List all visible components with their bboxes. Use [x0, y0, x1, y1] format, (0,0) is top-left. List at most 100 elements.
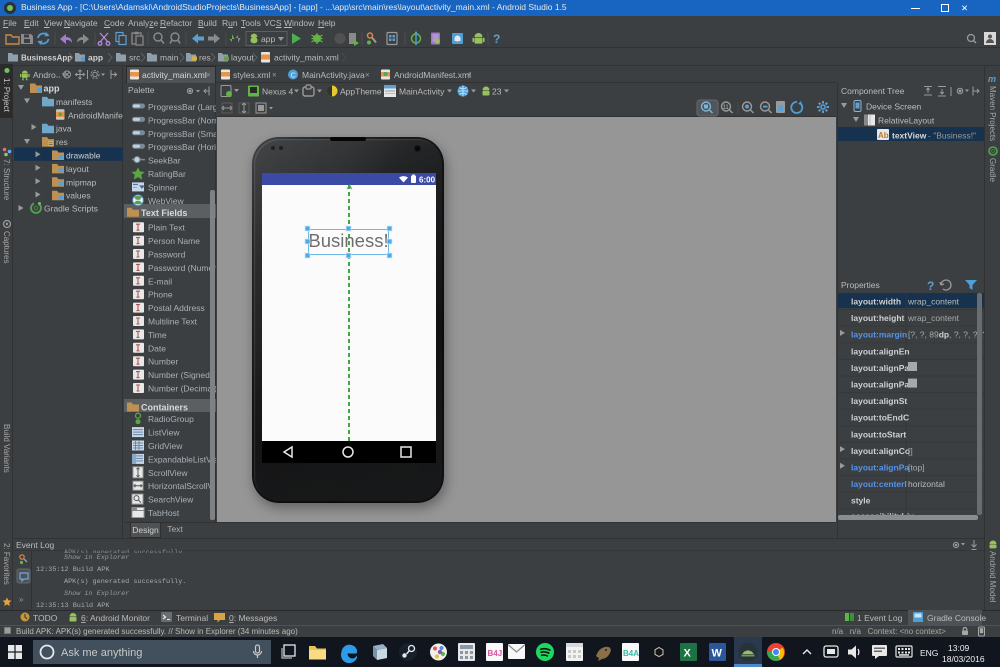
svg-text:TabHost: TabHost	[148, 508, 180, 518]
svg-text:ListView: ListView	[148, 428, 180, 438]
svg-text:Postal Address: Postal Address	[148, 303, 205, 313]
svg-text:X: X	[684, 648, 692, 660]
svg-text:×: ×	[365, 71, 370, 80]
svg-text:activity_main.xml: activity_main.xml	[274, 53, 339, 63]
svg-text:6: Android Monitor: 6: Android Monitor	[81, 613, 150, 623]
svg-text:Number: Number	[148, 357, 178, 367]
svg-text:ENG: ENG	[920, 648, 938, 658]
svg-text:Date: Date	[148, 343, 166, 353]
svg-text:app: app	[44, 84, 61, 94]
svg-text:Andro: Andro	[33, 70, 56, 80]
svg-text:activity_main.xml: activity_main.xml	[142, 70, 207, 80]
svg-text:×: ×	[206, 71, 211, 80]
svg-text:style: style	[851, 496, 871, 506]
svg-text:styles.xml: styles.xml	[233, 70, 270, 80]
svg-text:Plain Text: Plain Text	[148, 223, 185, 233]
svg-text:layout:alignEn: layout:alignEn	[851, 346, 910, 356]
svg-text:layout:alignPa: layout:alignPa	[851, 463, 909, 473]
svg-text:[]: []	[908, 446, 913, 456]
svg-text:Number (Decimal): Number (Decimal)	[148, 384, 216, 394]
svg-text:Password (Numer: Password (Numer	[148, 263, 216, 273]
svg-text:manifests: manifests	[56, 97, 92, 107]
svg-text:?: ?	[493, 32, 500, 46]
svg-text:layout:toStart: layout:toStart	[851, 429, 906, 439]
svg-text:Phone: Phone	[148, 290, 173, 300]
svg-text:layout:toEndC: layout:toEndC	[851, 413, 909, 423]
svg-text:res: res	[56, 137, 68, 147]
svg-text:ExpandableListVie: ExpandableListVie	[148, 454, 216, 464]
svg-text:RatingBar: RatingBar	[148, 169, 186, 179]
svg-text:wrap_content: wrap_content	[907, 313, 960, 323]
svg-text:Ask me anything: Ask me anything	[61, 647, 142, 659]
svg-text:W: W	[712, 648, 723, 660]
svg-text:textView: textView	[892, 131, 927, 141]
svg-text:layout:margin: layout:margin	[851, 330, 907, 340]
svg-text:layout:alignCo: layout:alignCo	[851, 446, 910, 456]
svg-text:drawable: drawable	[66, 151, 101, 161]
svg-text:B4J: B4J	[488, 649, 503, 658]
svg-text:MainActivity.java: MainActivity.java	[302, 70, 365, 80]
svg-text:HorizontalScrollVi: HorizontalScrollVi	[148, 481, 215, 491]
svg-text:E-mail: E-mail	[148, 276, 172, 286]
svg-text:layout:width: layout:width	[851, 297, 901, 307]
svg-text:java: java	[55, 124, 72, 134]
svg-text:?: ?	[927, 279, 934, 292]
svg-text:Multiline Text: Multiline Text	[148, 317, 198, 327]
svg-text:layout:alignPa: layout:alignPa	[851, 363, 909, 373]
svg-text:×: ×	[272, 71, 277, 80]
svg-text:layout: layout	[231, 53, 254, 63]
svg-text:ProgressBar (Norm: ProgressBar (Norm	[148, 115, 216, 125]
svg-text:AndroidManifest.xml: AndroidManifest.xml	[394, 70, 471, 80]
svg-text:layout: layout	[66, 164, 89, 174]
svg-text:18/03/2016: 18/03/2016	[942, 654, 985, 664]
svg-text:main: main	[160, 53, 179, 63]
svg-text:horizontal: horizontal	[908, 479, 945, 489]
svg-text:RelativeLayout: RelativeLayout	[878, 116, 935, 126]
svg-text:C: C	[291, 71, 297, 80]
svg-text:layout:alignPa: layout:alignPa	[851, 380, 909, 390]
svg-text:mipmap: mipmap	[66, 177, 97, 187]
svg-text:layout:height: layout:height	[851, 313, 905, 323]
svg-text:ProgressBar (Large: ProgressBar (Large	[148, 102, 216, 112]
svg-text:Password: Password	[148, 250, 186, 260]
svg-text:13:09: 13:09	[948, 643, 970, 653]
svg-text:Gradle Console: Gradle Console	[927, 613, 986, 623]
svg-text:ScrollView: ScrollView	[148, 468, 188, 478]
svg-text:Text Fields: Text Fields	[141, 208, 187, 218]
svg-text:B4A: B4A	[623, 649, 639, 658]
svg-text:6:00: 6:00	[419, 176, 436, 185]
svg-text:Number (Signed): Number (Signed)	[148, 370, 213, 380]
svg-text:[?, ?, 89dp, ?, ?, ?, ?: [?, ?, 89dp, ?, ?, ?, ?	[908, 330, 984, 340]
svg-text:»: »	[19, 595, 24, 604]
svg-text:1 Event Log: 1 Event Log	[857, 613, 903, 623]
svg-text:11: 11	[723, 105, 730, 111]
svg-text:SeekBar: SeekBar	[148, 156, 181, 166]
svg-text:×: ×	[467, 71, 472, 80]
svg-text:- "Business!": - "Business!"	[928, 131, 976, 141]
svg-text:Containers: Containers	[141, 403, 188, 413]
svg-text:ProgressBar (Horiz: ProgressBar (Horiz	[148, 142, 216, 152]
svg-text:wrap_content: wrap_content	[907, 297, 960, 307]
svg-text:23: 23	[492, 87, 502, 97]
svg-text:app: app	[261, 34, 275, 44]
svg-text:ProgressBar (Smal: ProgressBar (Smal	[148, 129, 216, 139]
svg-text:src: src	[129, 53, 141, 63]
svg-text:Time: Time	[148, 330, 167, 340]
svg-text:MainActivity: MainActivity	[399, 87, 445, 97]
svg-text:SearchView: SearchView	[148, 495, 194, 505]
svg-text:BusinessApp: BusinessApp	[21, 54, 72, 63]
svg-text:Terminal: Terminal	[176, 613, 208, 623]
svg-text:Person Name: Person Name	[148, 236, 200, 246]
svg-text:layout:alignSt: layout:alignSt	[851, 396, 907, 406]
svg-text:AppTheme: AppTheme	[340, 87, 382, 97]
svg-text:WebView: WebView	[148, 196, 184, 206]
svg-text:app: app	[88, 53, 103, 63]
svg-text:GridView: GridView	[148, 441, 183, 451]
svg-text:[top]: [top]	[908, 463, 925, 473]
svg-text:res: res	[199, 53, 211, 63]
svg-text:Device Screen: Device Screen	[866, 102, 922, 112]
svg-text:Spinner: Spinner	[148, 182, 177, 192]
svg-text:TODO: TODO	[33, 613, 58, 623]
svg-text:Ab: Ab	[878, 131, 889, 140]
svg-text:layout:centerI: layout:centerI	[851, 479, 907, 489]
